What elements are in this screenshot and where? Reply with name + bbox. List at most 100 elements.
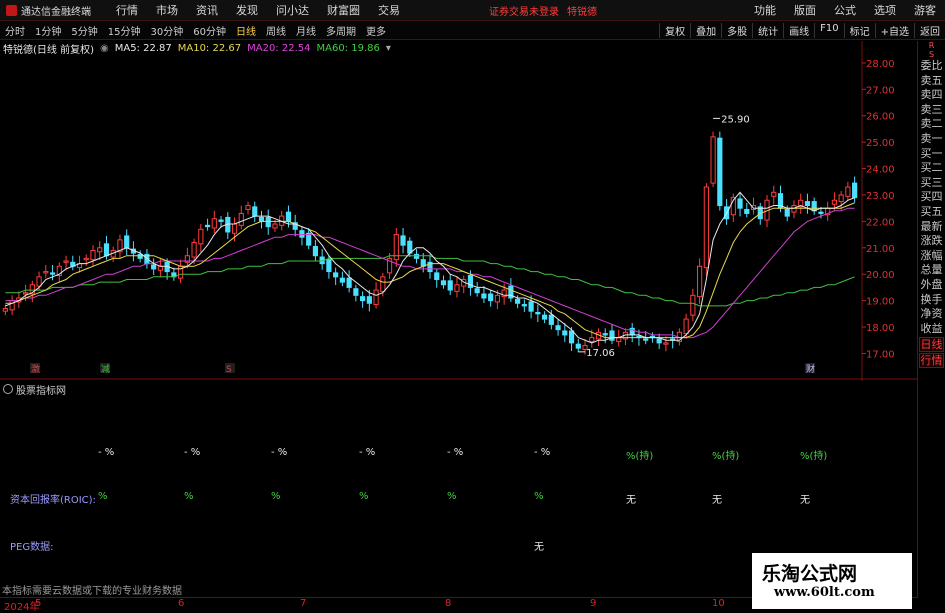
menu-item-quotes[interactable]: 行情 [107,2,147,18]
toolbar-f10-button[interactable]: F10 [814,22,843,38]
toolbar-stats-button[interactable]: 统计 [752,22,783,38]
menu-item-function[interactable]: 功能 [745,2,785,18]
candle-body [137,253,143,259]
panel-button-quotes[interactable]: 行情 [919,353,944,369]
menu-item-ask[interactable]: 问小达 [267,2,318,18]
watermark-title: 乐淘公式网 [762,563,858,585]
candle-body [488,293,494,302]
panel-item[interactable]: 卖五 [918,74,945,89]
panel-item[interactable]: 换手 [918,293,945,308]
candle-body [380,276,386,292]
period-tab-1min[interactable]: 1分钟 [30,23,66,38]
panel-item[interactable]: 卖一 [918,132,945,147]
candle-body [838,194,844,203]
panel-item[interactable]: 买一 [918,147,945,162]
y-tick-label: 24.00 [866,165,895,176]
menu-item-discover[interactable]: 发现 [227,2,267,18]
toolbar-add-watchlist-button[interactable]: +自选 [874,22,914,38]
toolbar-multi-stock-button[interactable]: 多股 [721,22,752,38]
panel-item[interactable]: 买四 [918,190,945,205]
period-tab-monthly[interactable]: 月线 [291,23,321,38]
candle-body [663,342,669,345]
period-tab-daily[interactable]: 日线 [231,23,261,38]
app-title: 通达信金融终端 [21,6,91,18]
panel-item[interactable]: 卖四 [918,88,945,103]
panel-item[interactable]: 买三 [918,176,945,191]
toolbar-back-button[interactable]: 返回 [914,22,945,38]
candle-body [555,325,561,331]
panel-button-daily[interactable]: 日线 [919,337,944,353]
candle-body [285,211,292,222]
menu-item-layout[interactable]: 版面 [785,2,825,18]
candle-body [252,206,258,217]
candle-body [656,338,662,344]
profit-value: %(持) [712,451,740,462]
event-marker: 财 [806,363,815,375]
period-tab-5min[interactable]: 5分钟 [66,23,102,38]
menu-item-market[interactable]: 市场 [147,2,187,18]
period-tab-weekly[interactable]: 周线 [261,23,291,38]
menu-item-wealth[interactable]: 财富圈 [318,2,369,18]
panel-item[interactable]: 收益 [918,322,945,337]
candle-body [454,284,460,292]
menu-item-options[interactable]: 选项 [865,2,905,18]
menu-item-news[interactable]: 资讯 [187,2,227,18]
roic-value: % [184,491,194,502]
panel-item[interactable]: 净资 [918,307,945,322]
period-tab-60min[interactable]: 60分钟 [188,23,231,38]
panel-item[interactable]: 买二 [918,161,945,176]
toolbar-overlay-button[interactable]: 叠加 [690,22,721,38]
login-warning[interactable]: 证券交易未登录 [489,3,559,18]
candle-body [548,314,554,325]
panel-tag-s[interactable]: S [918,50,945,59]
watermark-banner: 乐淘公式网 www.60lt.com [752,553,912,609]
panel-item[interactable]: 外盘 [918,278,945,293]
panel-item[interactable]: 最新 [918,220,945,235]
period-tab-multi[interactable]: 多周期 [321,23,361,38]
candle-body [434,272,440,280]
y-tick-label: 27.00 [866,85,895,96]
candle-body [521,304,527,307]
candle-body [312,245,319,257]
menu-item-trade[interactable]: 交易 [369,2,409,18]
panel-item[interactable]: 卖三 [918,103,945,118]
candle-body [791,205,797,213]
candle-body [231,223,238,234]
candle-body [272,223,278,229]
toolbar-adjust-button[interactable]: 复权 [659,22,690,38]
candle-body [602,333,608,336]
panel-item[interactable]: 总量 [918,263,945,278]
period-tab-intraday[interactable]: 分时 [0,23,30,38]
period-tab-more[interactable]: 更多 [361,23,391,38]
indicator-name[interactable]: 股票指标网 [16,382,66,397]
candle-body [97,247,103,253]
candle-body [191,242,197,258]
candle-body [643,338,649,341]
price-chart[interactable]: 28.00 27.00 26.00 25.00 24.00 23.00 22.00 21.00… [0,41,918,381]
candle-body [845,186,851,197]
candle-body [609,330,615,341]
toolbar-mark-button[interactable]: 标记 [843,22,875,38]
candle-body [407,240,413,254]
candle-body [413,253,420,259]
candle-body [83,257,89,261]
panel-item[interactable]: 卖二 [918,117,945,132]
period-tab-15min[interactable]: 15分钟 [103,23,146,38]
menu-item-formula[interactable]: 公式 [825,2,865,18]
indicator-settings-icon[interactable] [3,384,13,394]
candle-body [852,182,858,199]
panel-item[interactable]: 买五 [918,205,945,220]
toolbar-draw-button[interactable]: 画线 [783,22,814,38]
event-marker: 激 [31,363,40,375]
panel-tag-r[interactable]: R [918,41,945,50]
panel-item[interactable]: 涨跌 [918,234,945,249]
candle-body [333,272,339,278]
menu-bar: 通达信金融终端 行情 市场 资讯 发现 问小达 财富圈 交易 证券交易未登录 特… [0,0,945,21]
panel-item[interactable]: 涨幅 [918,249,945,264]
candle-body [575,343,581,349]
menu-item-guest[interactable]: 游客 [905,2,945,18]
candle-body [818,211,824,214]
panel-item[interactable]: 委比 [918,59,945,74]
indicator-header: 股票指标网 [0,382,66,397]
period-tab-30min[interactable]: 30分钟 [145,23,188,38]
